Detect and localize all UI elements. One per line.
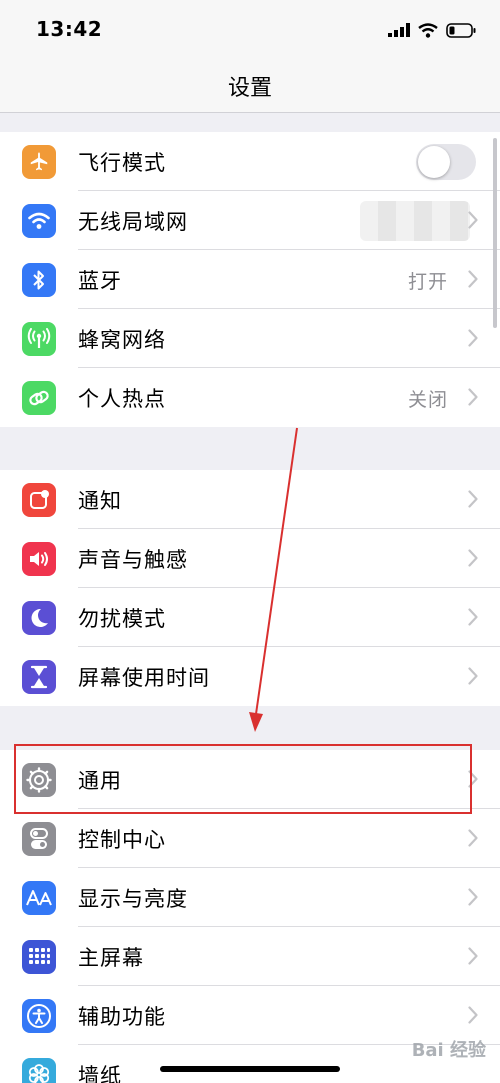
annotation-highlight-box [14, 744, 472, 814]
annotation-arrow [249, 427, 298, 732]
watermark: Bai 经验 [411, 1040, 486, 1061]
home-indicator[interactable] [160, 1066, 340, 1072]
